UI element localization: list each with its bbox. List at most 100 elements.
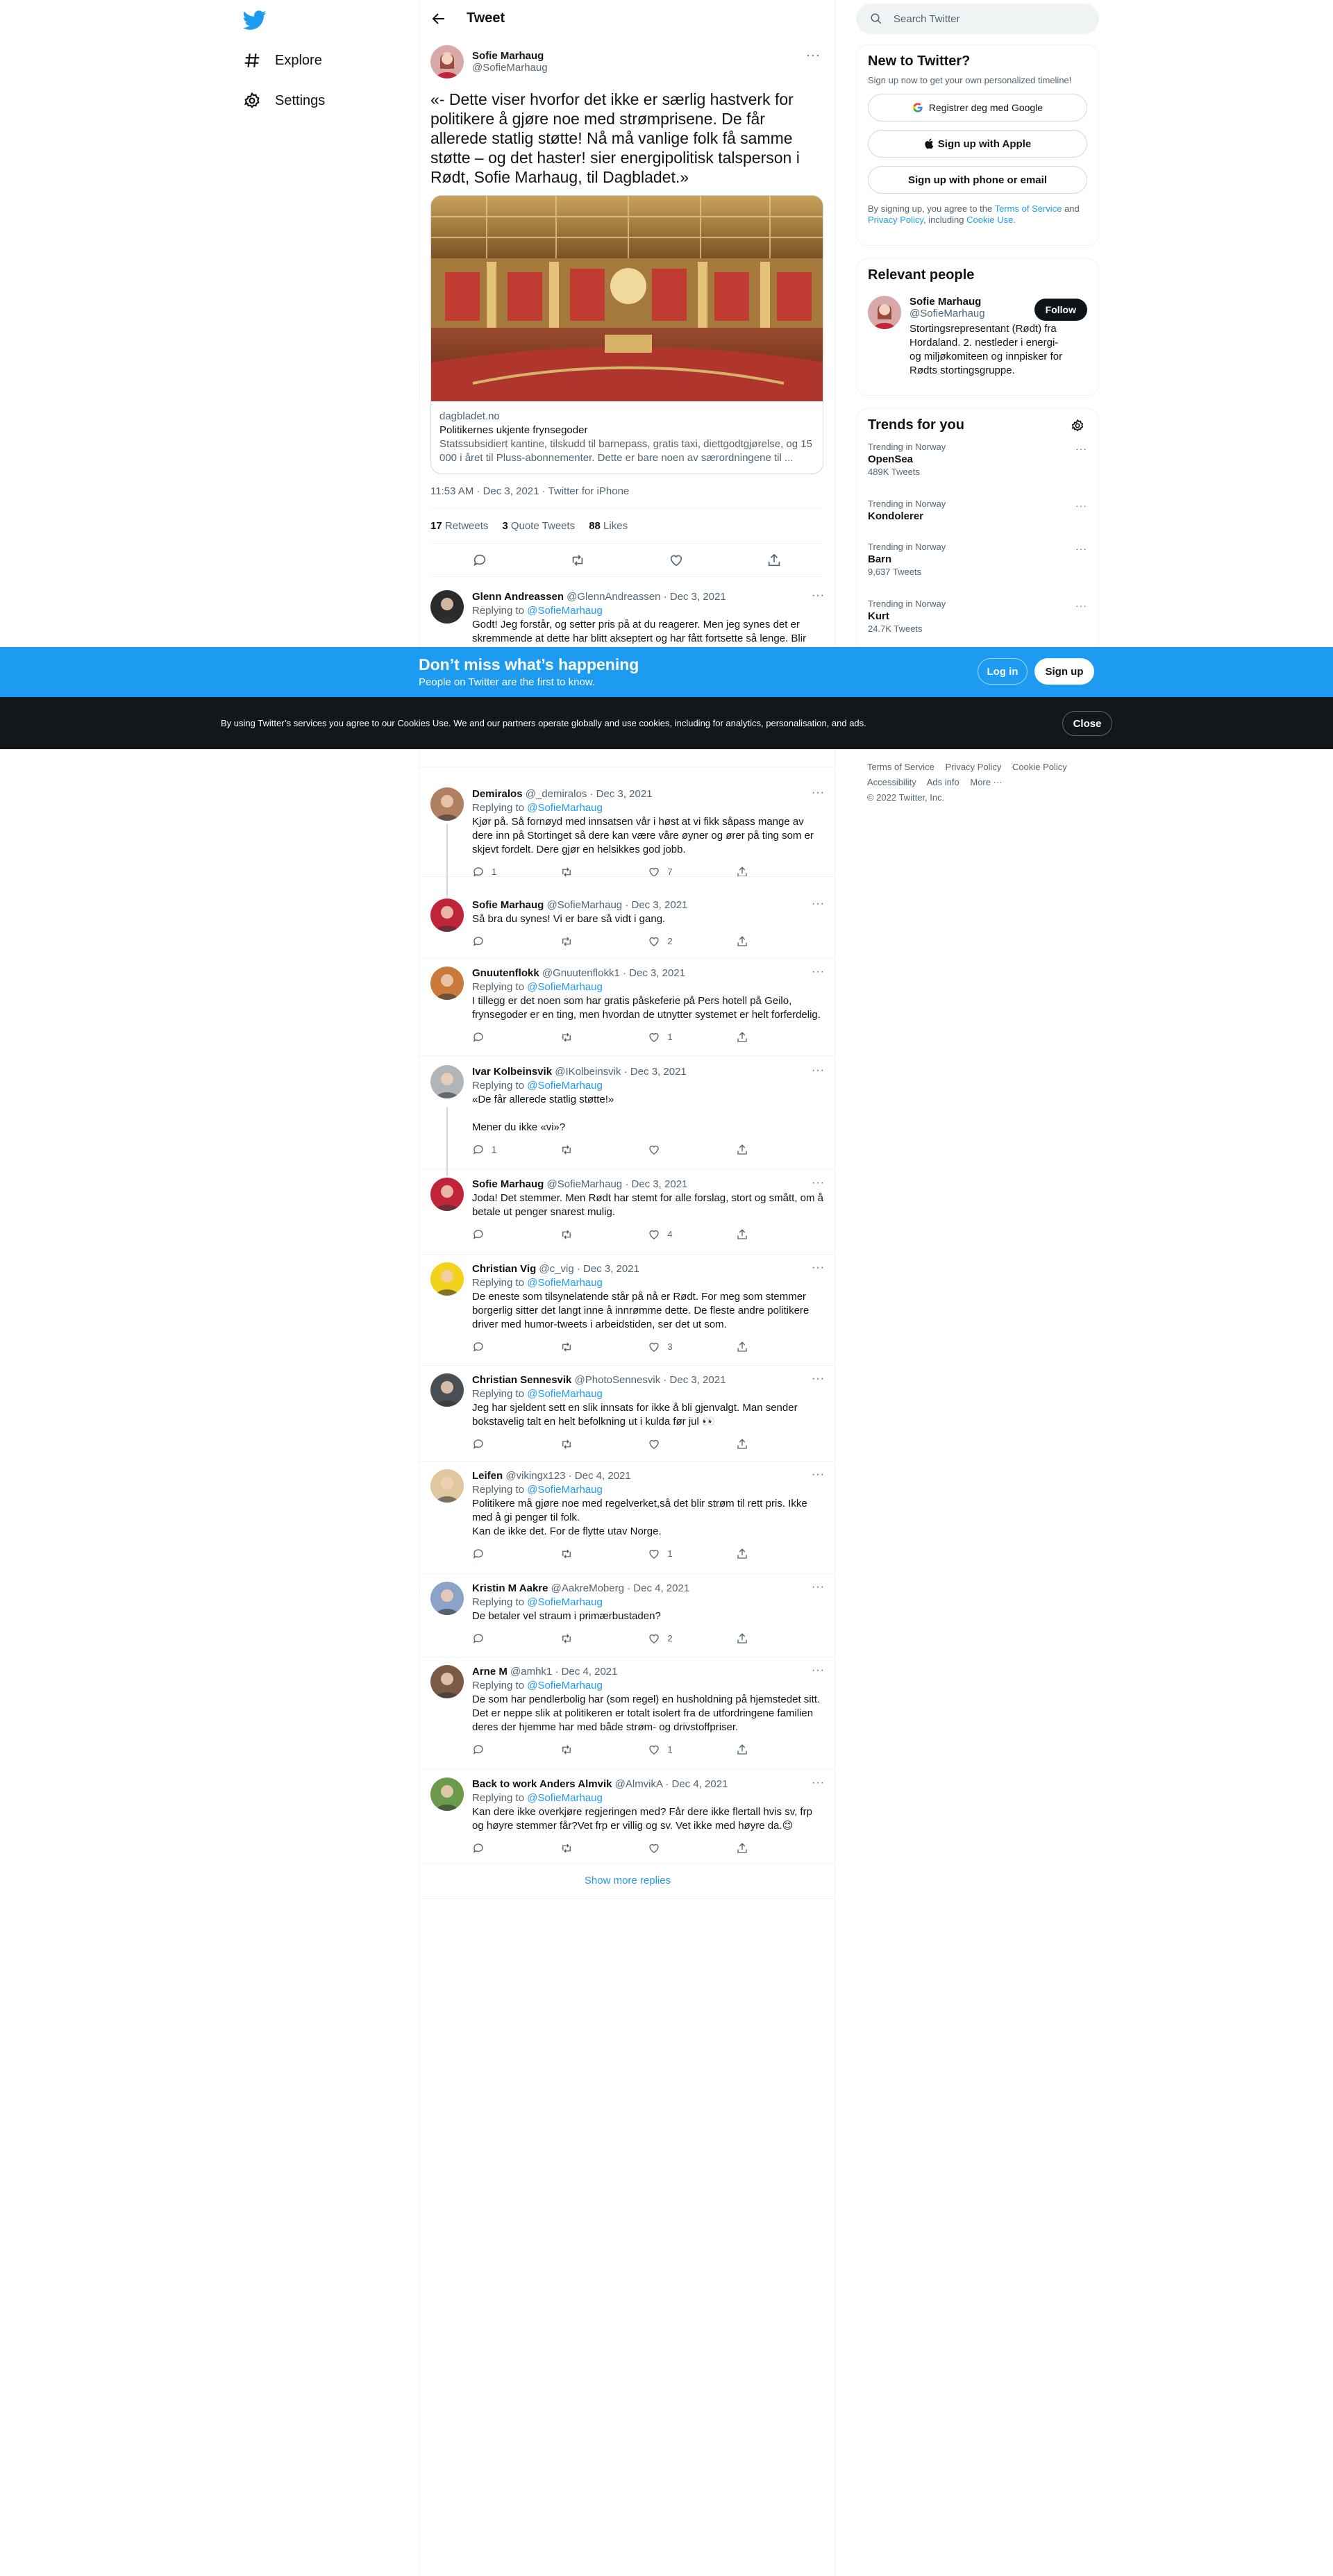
retweet-button[interactable] bbox=[560, 1842, 602, 1855]
more-options-icon[interactable]: ··· bbox=[806, 48, 821, 62]
more-options-icon[interactable]: ··· bbox=[812, 1176, 825, 1190]
more-options-icon[interactable]: ··· bbox=[1075, 600, 1087, 611]
tweet-timestamp[interactable]: 11:53 AM · Dec 3, 2021 · Twitter for iPh… bbox=[430, 474, 823, 509]
retweets-stat[interactable]: 17 Retweets bbox=[430, 520, 488, 532]
follow-button[interactable]: Follow bbox=[1034, 299, 1087, 321]
retweet-button[interactable] bbox=[560, 1743, 602, 1756]
tos-link[interactable]: Terms of Service bbox=[995, 203, 1062, 214]
phone-email-signup-button[interactable]: Sign up with phone or email bbox=[868, 166, 1087, 194]
reply-author-handle[interactable]: @amhk1 bbox=[510, 1666, 552, 1678]
share-button[interactable] bbox=[736, 1438, 778, 1450]
reply-date[interactable]: · Dec 3, 2021 bbox=[664, 591, 726, 603]
avatar[interactable] bbox=[430, 1178, 464, 1211]
retweet-icon[interactable] bbox=[570, 553, 585, 568]
reply-author-handle[interactable]: @AakreMoberg bbox=[551, 1582, 624, 1594]
reply-author-name[interactable]: Arne M bbox=[472, 1666, 508, 1678]
reply-button[interactable] bbox=[472, 1842, 514, 1855]
apple-signup-button[interactable]: Sign up with Apple bbox=[868, 130, 1087, 158]
avatar[interactable] bbox=[430, 1778, 464, 1811]
trend-item[interactable]: Trending in Norway OpenSea 489K Tweets ··· bbox=[868, 442, 1087, 490]
replying-to-handle[interactable]: @SofieMarhaug bbox=[527, 605, 603, 617]
reply-button[interactable] bbox=[472, 1632, 514, 1645]
reply-author-handle[interactable]: @IKolbeinsvik bbox=[555, 1066, 621, 1078]
retweet-button[interactable] bbox=[560, 1228, 602, 1241]
more-options-icon[interactable]: ··· bbox=[812, 897, 825, 911]
reply-icon[interactable] bbox=[472, 553, 487, 568]
avatar[interactable] bbox=[430, 590, 464, 624]
reply-author-handle[interactable]: @GlennAndreassen bbox=[567, 591, 660, 603]
like-button[interactable] bbox=[648, 1144, 689, 1156]
more-options-icon[interactable]: ··· bbox=[1075, 500, 1087, 511]
avatar[interactable] bbox=[430, 787, 464, 821]
reply-date[interactable]: · Dec 4, 2021 bbox=[569, 1470, 631, 1482]
reply-author-name[interactable]: Sofie Marhaug bbox=[472, 1178, 544, 1190]
retweet-button[interactable] bbox=[560, 1031, 602, 1044]
avatar[interactable] bbox=[430, 1065, 464, 1098]
reply-button[interactable]: 1 bbox=[472, 865, 514, 879]
replying-to-handle[interactable]: @SofieMarhaug bbox=[527, 1388, 603, 1400]
reply-author-handle[interactable]: @PhotoSennesvik bbox=[575, 1374, 661, 1386]
reply-button[interactable] bbox=[472, 1228, 514, 1241]
reply-tweet[interactable]: Demiralos @_demiralos · Dec 3, 2021 Reply… bbox=[419, 779, 836, 883]
footer-tos[interactable]: Terms of Service bbox=[867, 762, 934, 772]
author-handle[interactable]: @SofieMarhaug bbox=[472, 62, 548, 74]
avatar[interactable] bbox=[430, 1373, 464, 1407]
replying-to-handle[interactable]: @SofieMarhaug bbox=[527, 802, 603, 814]
share-button[interactable] bbox=[736, 1031, 778, 1044]
share-button[interactable] bbox=[736, 1548, 778, 1560]
reply-author-name[interactable]: Glenn Andreassen bbox=[472, 591, 564, 603]
more-options-icon[interactable]: ··· bbox=[812, 1580, 825, 1594]
reply-author-name[interactable]: Back to work Anders Almvik bbox=[472, 1778, 612, 1790]
relevant-person[interactable]: Sofie Marhaug @SofieMarhaug Stortingsrep… bbox=[868, 296, 1087, 378]
more-options-icon[interactable]: ··· bbox=[812, 965, 825, 979]
reply-button[interactable] bbox=[472, 1438, 514, 1450]
replying-to-handle[interactable]: @SofieMarhaug bbox=[527, 1596, 603, 1608]
reply-date[interactable]: · Dec 4, 2021 bbox=[665, 1778, 728, 1790]
google-signup-button[interactable]: Registrer deg med Google bbox=[868, 94, 1087, 122]
reply-author-name[interactable]: Gnuutenflokk bbox=[472, 967, 539, 979]
avatar[interactable] bbox=[430, 1469, 464, 1503]
like-button[interactable]: 2 bbox=[648, 1632, 689, 1646]
reply-tweet[interactable]: Sofie Marhaug @SofieMarhaug · Dec 3, 202… bbox=[419, 1169, 836, 1246]
signup-button[interactable]: Sign up bbox=[1034, 658, 1094, 685]
trend-item[interactable]: Trending in Norway Kurt 24.7K Tweets ··· bbox=[868, 599, 1087, 647]
avatar[interactable] bbox=[430, 898, 464, 932]
like-button[interactable]: 1 bbox=[648, 1030, 689, 1044]
share-button[interactable] bbox=[736, 1743, 778, 1756]
reply-author-name[interactable]: Kristin M Aakre bbox=[472, 1582, 548, 1594]
reply-button[interactable]: 1 bbox=[472, 1143, 514, 1157]
like-button[interactable]: 3 bbox=[648, 1340, 689, 1354]
more-options-icon[interactable]: ··· bbox=[812, 1372, 825, 1386]
login-button[interactable]: Log in bbox=[978, 658, 1028, 685]
reply-author-handle[interactable]: @vikingx123 bbox=[505, 1470, 565, 1482]
replying-to-handle[interactable]: @SofieMarhaug bbox=[527, 1484, 603, 1496]
reply-date[interactable]: · Dec 3, 2021 bbox=[623, 967, 685, 979]
reply-date[interactable]: · Dec 3, 2021 bbox=[663, 1374, 726, 1386]
like-button[interactable]: 2 bbox=[648, 935, 689, 948]
share-button[interactable] bbox=[736, 1144, 778, 1156]
search-input[interactable]: Search Twitter bbox=[856, 3, 1099, 34]
retweet-button[interactable] bbox=[560, 1548, 602, 1560]
like-button[interactable] bbox=[648, 1438, 689, 1450]
footer-more[interactable]: More ··· bbox=[970, 777, 1002, 787]
reply-author-handle[interactable]: @SofieMarhaug bbox=[547, 899, 623, 911]
share-button[interactable] bbox=[736, 1842, 778, 1855]
more-options-icon[interactable]: ··· bbox=[812, 589, 825, 603]
replying-to-handle[interactable]: @SofieMarhaug bbox=[527, 1792, 603, 1804]
nav-settings[interactable]: Settings bbox=[243, 83, 325, 118]
more-options-icon[interactable]: ··· bbox=[1075, 543, 1087, 554]
reply-author-name[interactable]: Demiralos bbox=[472, 788, 523, 800]
trend-item[interactable]: Trending in Norway Barn 9,637 Tweets ··· bbox=[868, 542, 1087, 590]
share-icon[interactable] bbox=[766, 553, 782, 568]
like-button[interactable] bbox=[648, 1842, 689, 1855]
more-options-icon[interactable]: ··· bbox=[812, 1664, 825, 1678]
footer-accessibility[interactable]: Accessibility bbox=[867, 777, 916, 787]
twitter-bird-icon[interactable] bbox=[242, 8, 267, 32]
share-button[interactable] bbox=[736, 1228, 778, 1241]
avatar[interactable] bbox=[430, 967, 464, 1000]
reply-date[interactable]: · Dec 3, 2021 bbox=[625, 899, 687, 911]
reply-tweet[interactable]: Back to work Anders Almvik @AlmvikA · De… bbox=[419, 1769, 836, 1859]
reply-button[interactable] bbox=[472, 1031, 514, 1044]
more-options-icon[interactable]: ··· bbox=[812, 1776, 825, 1790]
retweet-button[interactable] bbox=[560, 935, 602, 948]
